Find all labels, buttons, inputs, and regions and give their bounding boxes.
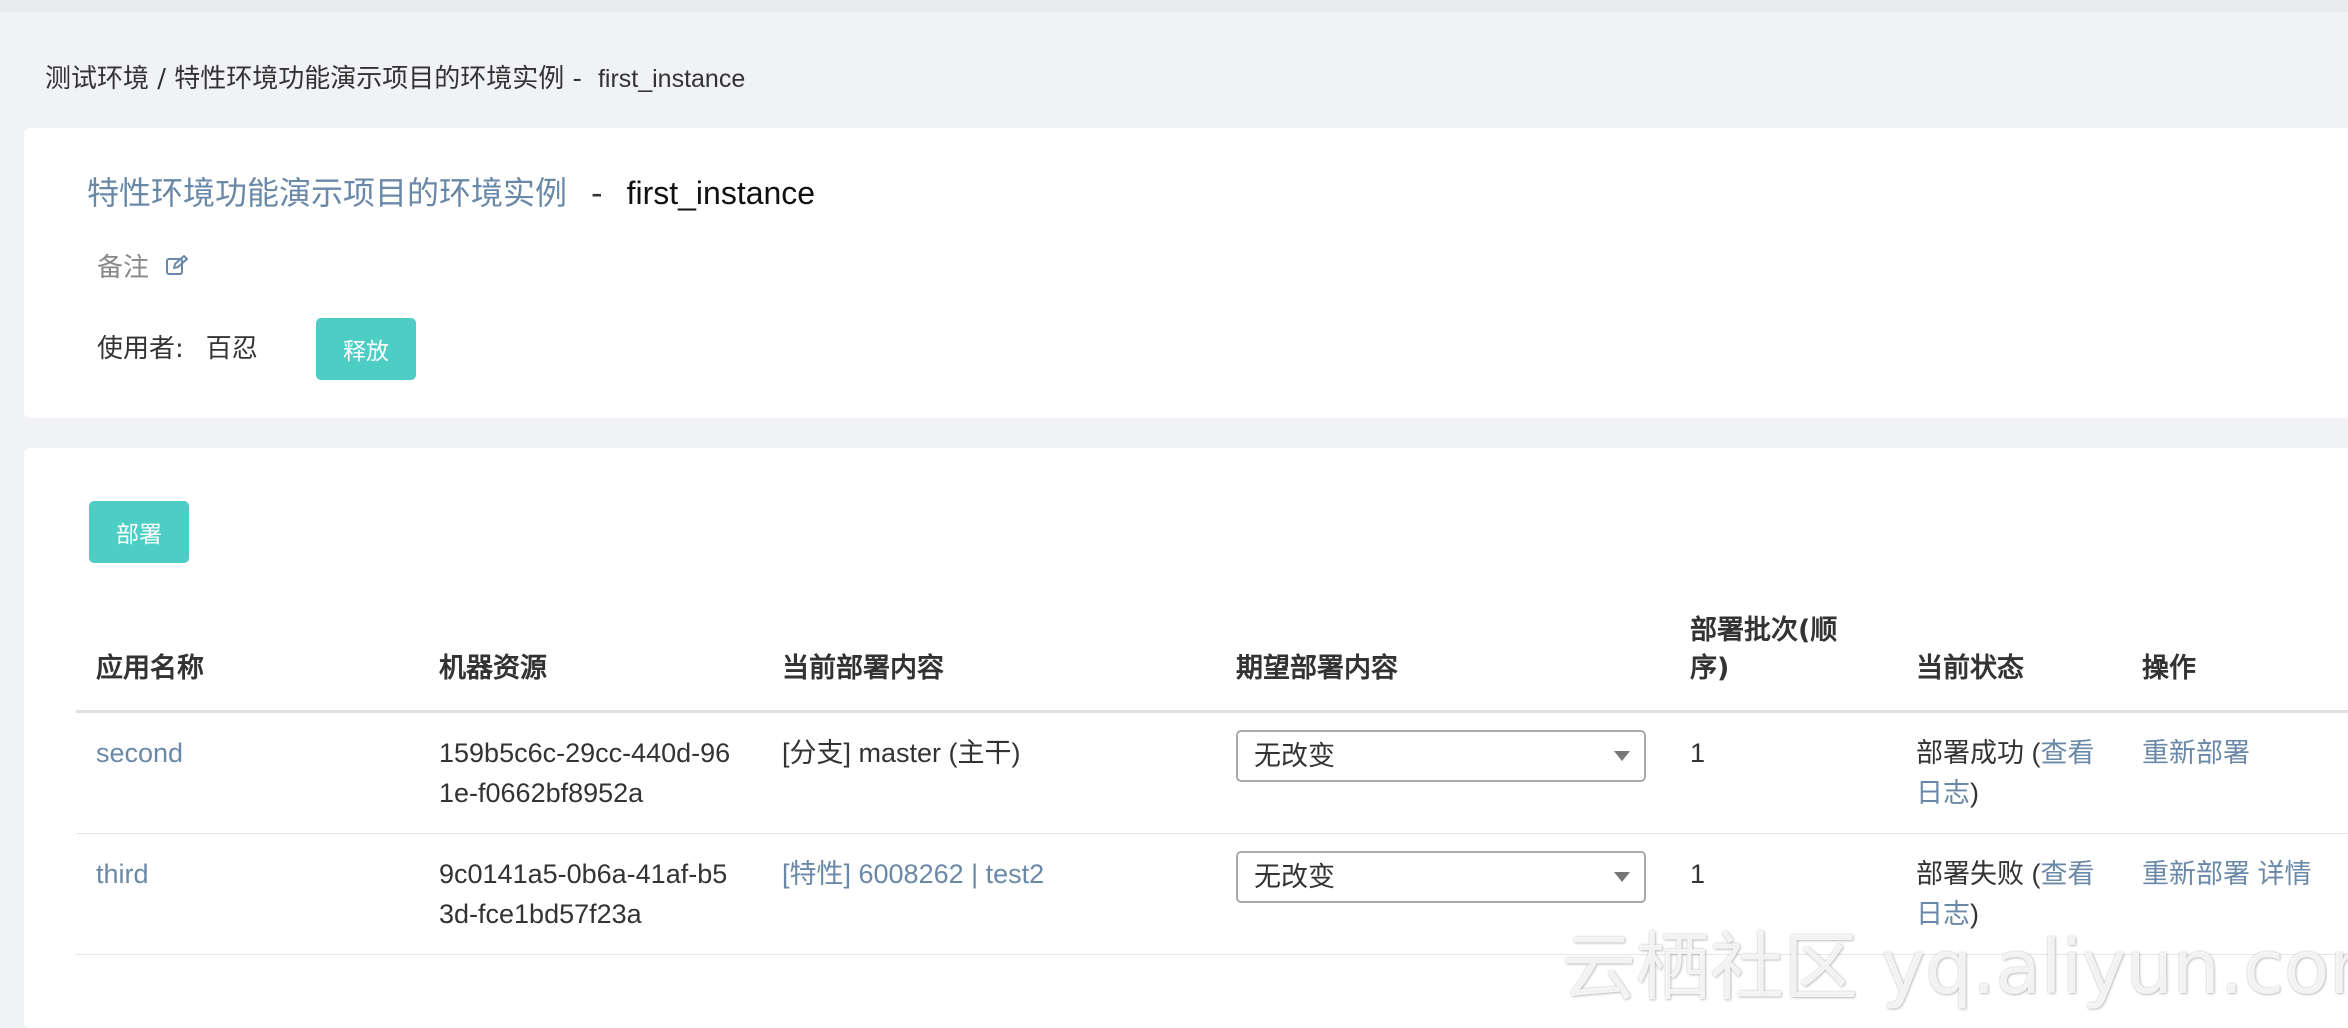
breadcrumb-path: 测试环境 / 特性环境功能演示项目的环境实例 - — [45, 64, 582, 94]
column-header: 操作 — [2122, 612, 2348, 713]
deploy-table: 应用名称 机器资源 当前部署内容 期望部署内容 部署批次(顺序) 当前状态 操作… — [76, 612, 2348, 955]
column-header: 应用名称 — [76, 612, 419, 713]
edit-icon[interactable] — [165, 254, 189, 278]
column-header: 当前状态 — [1896, 612, 2122, 713]
column-header: 当前部署内容 — [762, 612, 1216, 713]
user-label: 使用者: — [97, 334, 184, 364]
watermark: 云栖社区 yq.aliyun.com — [1562, 925, 2348, 1011]
expected-content-select[interactable]: 无改变 — [1236, 730, 1646, 782]
user-row: 使用者: 百忍 — [97, 328, 258, 365]
status-text: 部署成功 — [1916, 738, 2024, 768]
chevron-down-icon — [1614, 872, 1630, 882]
redeploy-link[interactable]: 重新部署 — [2142, 738, 2250, 768]
machine-resource: 159b5c6c-29cc-440d-961e-f0662bf8952a — [419, 711, 762, 834]
column-header: 机器资源 — [419, 612, 762, 713]
actions-cell: 重新部署 — [2122, 711, 2348, 834]
user-name: 百忍 — [205, 334, 258, 364]
top-bar — [0, 0, 2348, 12]
table-row: second 159b5c6c-29cc-440d-961e-f0662bf89… — [76, 711, 2348, 834]
release-button[interactable]: 释放 — [316, 318, 416, 380]
deploy-button[interactable]: 部署 — [89, 501, 189, 563]
column-header: 部署批次(顺序) — [1670, 612, 1896, 713]
page-title: 特性环境功能演示项目的环境实例 - first_instance — [87, 168, 815, 214]
current-deploy-content-link[interactable]: [特性] 6008262 | test2 — [782, 859, 1044, 889]
instance-name: first_instance — [626, 175, 816, 211]
select-value: 无改变 — [1254, 741, 1335, 771]
select-value: 无改变 — [1254, 862, 1335, 892]
deploy-batch: 1 — [1670, 711, 1896, 834]
table-header-row: 应用名称 机器资源 当前部署内容 期望部署内容 部署批次(顺序) 当前状态 操作 — [76, 612, 2348, 713]
expected-content-select[interactable]: 无改变 — [1236, 851, 1646, 903]
status-text: 部署失败 — [1916, 859, 2024, 889]
machine-resource: 9c0141a5-0b6a-41af-b53d-fce1bd57f23a — [419, 833, 762, 955]
project-title-link[interactable]: 特性环境功能演示项目的环境实例 — [87, 174, 567, 212]
note-row: 备注 — [97, 247, 189, 284]
current-deploy-content: [分支] master (主干) — [762, 711, 1216, 834]
details-link[interactable]: 详情 — [2258, 859, 2312, 889]
note-label: 备注 — [97, 253, 150, 283]
status-cell: 部署成功 (查看日志) — [1896, 711, 2122, 834]
app-name-link[interactable]: third — [96, 859, 149, 889]
column-header: 期望部署内容 — [1216, 612, 1670, 713]
breadcrumb: 测试环境 / 特性环境功能演示项目的环境实例 - first_instance — [45, 58, 745, 95]
app-name-link[interactable]: second — [96, 738, 183, 768]
breadcrumb-instance: first_instance — [597, 65, 746, 93]
title-separator: - — [591, 174, 603, 212]
redeploy-link[interactable]: 重新部署 — [2142, 859, 2250, 889]
chevron-down-icon — [1614, 751, 1630, 761]
